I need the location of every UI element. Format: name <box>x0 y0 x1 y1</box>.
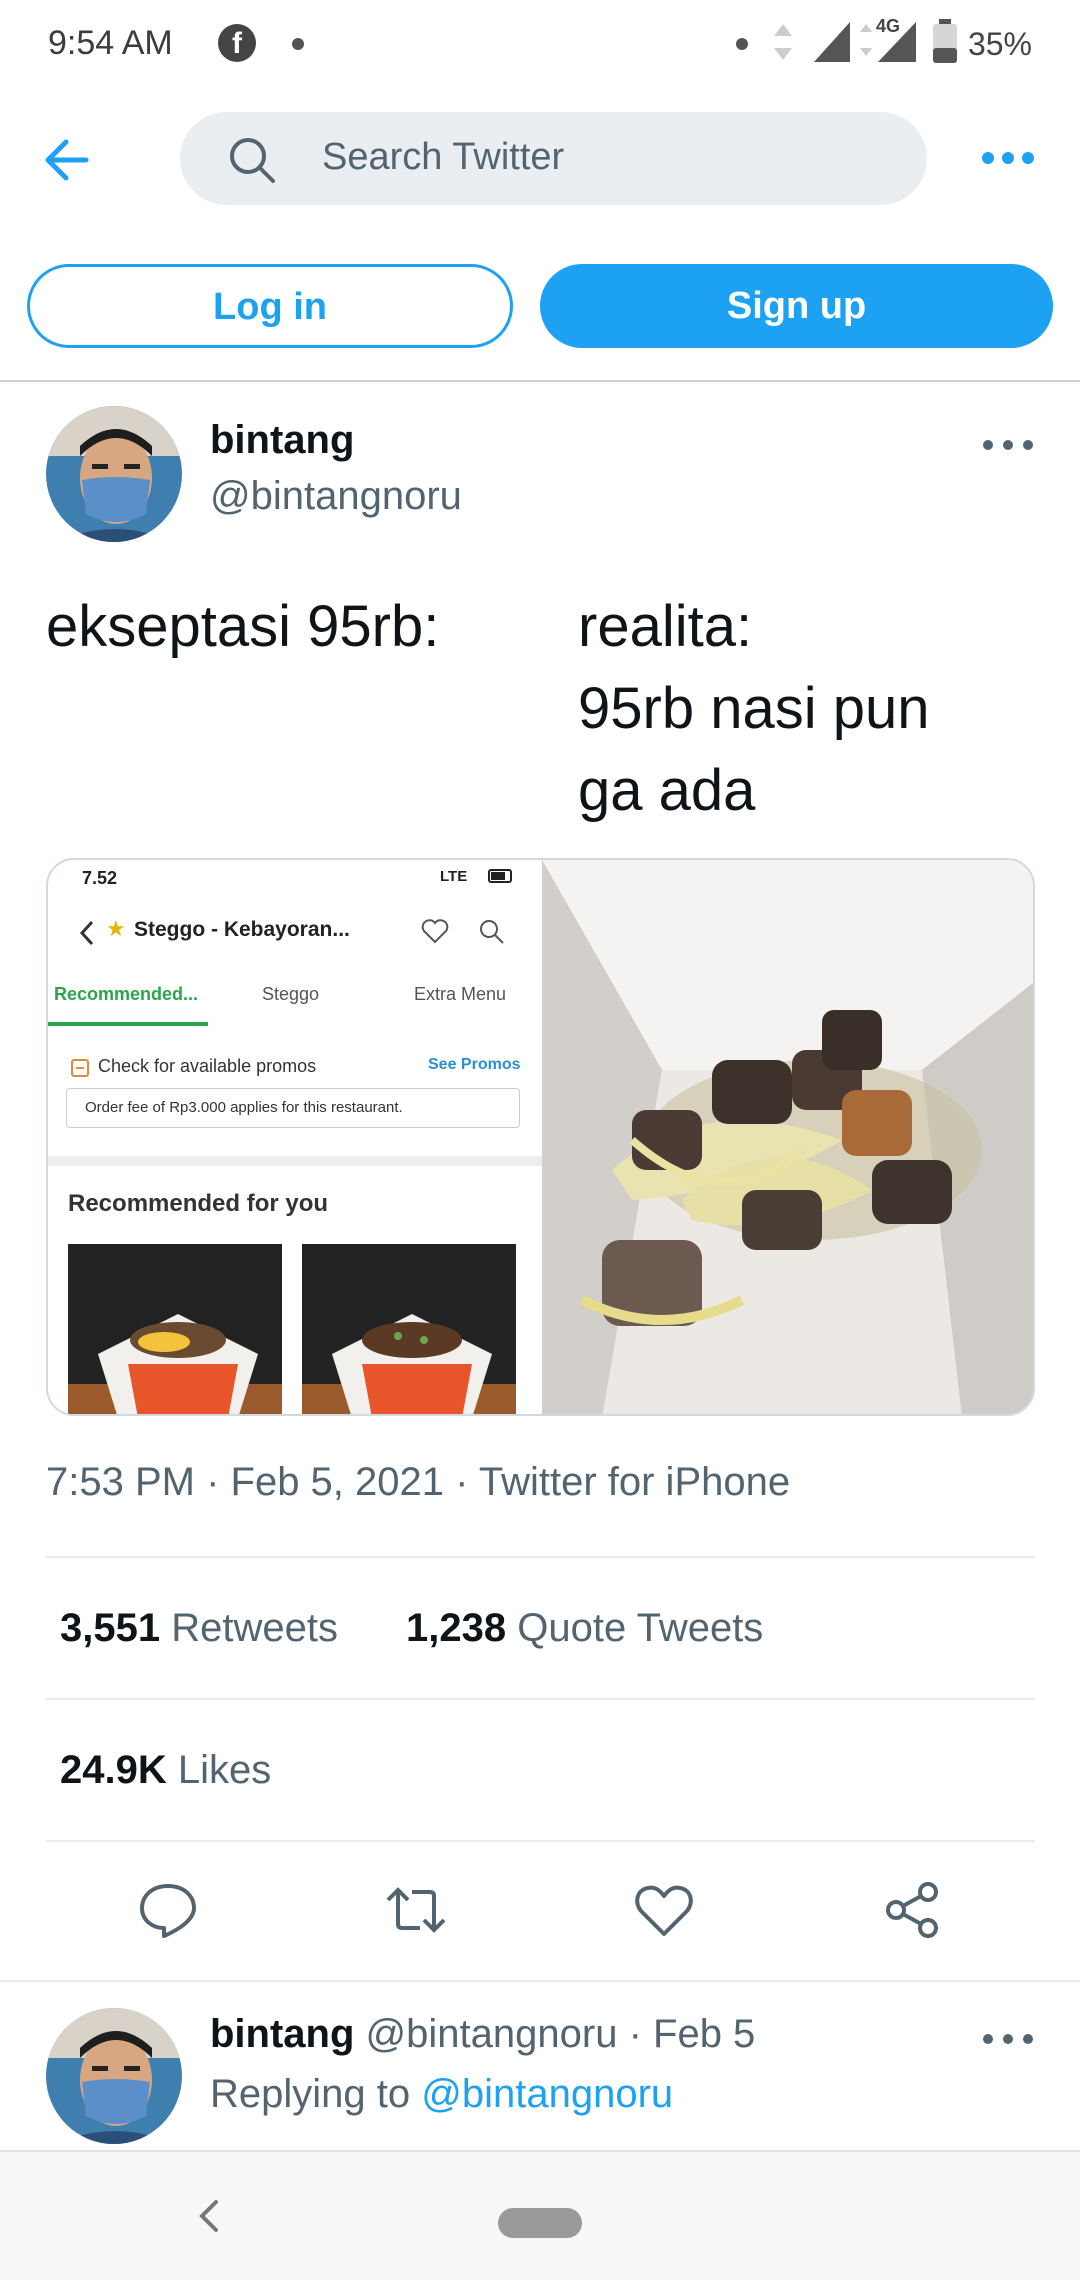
tweet-media[interactable]: 7.52 LTE ★ Steggo - Kebayoran... Recomme… <box>46 858 1035 1416</box>
app-screenshot-image: 7.52 LTE ★ Steggo - Kebayoran... Recomme… <box>48 860 542 1414</box>
share-button[interactable] <box>882 1880 942 1940</box>
network-type-label: 4G <box>876 16 901 36</box>
screenshot-search-icon <box>480 920 504 944</box>
more-dots-icon <box>983 440 1033 450</box>
data-arrows-icon <box>774 24 792 60</box>
author-handle[interactable]: @bintangnoru <box>210 474 462 519</box>
screenshot-tab-indicator <box>48 1022 208 1026</box>
screenshot-back-icon <box>79 920 94 946</box>
signal-icon <box>814 22 850 62</box>
battery-icon <box>933 19 957 63</box>
reply-author-name[interactable]: bintang <box>210 2012 354 2056</box>
retweets-label: Retweets <box>171 1606 338 1650</box>
tweet-source[interactable]: Twitter for iPhone <box>479 1460 790 1504</box>
notification-dot-icon <box>736 38 748 50</box>
tweet-text-right: realita: 95rb nasi pun ga ada <box>578 594 930 823</box>
divider <box>46 1840 1035 1842</box>
screenshot-tabs: Recommended... Steggo Extra Menu <box>48 984 542 1020</box>
screenshot-tab: Extra Menu <box>414 984 507 1004</box>
avatar[interactable] <box>46 406 182 542</box>
chevron-left-icon <box>199 2200 218 2232</box>
search-icon <box>230 138 275 183</box>
quotes-label: Quote Tweets <box>517 1606 764 1650</box>
food-thumbnail-image <box>302 1244 516 1414</box>
screenshot-tab: Recommended... <box>54 984 199 1004</box>
likes-label: Likes <box>177 1748 272 1792</box>
tweet-meta: 7:53 PM · Feb 5, 2021 · Twitter for iPho… <box>46 1460 790 1505</box>
reply-icon <box>140 1884 196 1938</box>
food-photo-image <box>542 860 1033 1414</box>
more-dots-icon <box>982 152 1034 164</box>
retweet-icon <box>386 1887 446 1933</box>
tweet-more-button[interactable] <box>980 430 1036 460</box>
reply-date[interactable]: Feb 5 <box>653 2012 755 2056</box>
screenshot-network: LTE <box>440 868 468 885</box>
meta-separator: · <box>628 2012 654 2056</box>
divider <box>0 1980 1080 1982</box>
more-options-button[interactable] <box>980 138 1036 178</box>
screenshot-fee-notice: Order fee of Rp3.000 applies for this re… <box>66 1088 520 1128</box>
reply-more-button[interactable] <box>980 2024 1036 2054</box>
more-dots-icon <box>983 2034 1033 2044</box>
screenshot-heart-icon <box>421 919 449 944</box>
tweet-timestamp[interactable]: 7:53 PM · Feb 5, 2021 <box>46 1460 444 1504</box>
retweets-stat[interactable]: 3,551 Retweets <box>60 1606 338 1651</box>
reply-author-handle[interactable]: @bintangnoru <box>366 2012 618 2056</box>
battery-percent: 35% <box>967 26 1032 62</box>
screenshot-promo-link: See Promos <box>428 1056 521 1073</box>
facebook-notification-icon: f <box>218 24 256 62</box>
likes-count: 24.9K <box>60 1748 167 1792</box>
status-bar: 9:54 AM f 4G 35% <box>0 0 1080 90</box>
screenshot-restaurant-title: Steggo - Kebayoran... <box>134 918 350 941</box>
arrow-left-icon <box>45 139 89 181</box>
likes-stat[interactable]: 24.9K Likes <box>60 1748 271 1793</box>
screenshot-time: 7.52 <box>82 868 118 888</box>
screenshot-separator <box>48 1156 542 1166</box>
heart-icon <box>635 1885 693 1936</box>
tweet-text-left: ekseptasi 95rb: <box>46 594 440 659</box>
author-name[interactable]: bintang <box>210 418 354 463</box>
screenshot-battery-icon <box>488 869 512 883</box>
divider <box>46 1556 1035 1558</box>
divider <box>0 380 1080 382</box>
screenshot-section-title: Recommended for you <box>68 1190 329 1217</box>
screenshot-promo-text: Check for available promos <box>98 1056 317 1076</box>
quote-tweets-stat[interactable]: 1,238 Quote Tweets <box>406 1606 763 1651</box>
back-button[interactable] <box>40 130 104 190</box>
share-icon <box>886 1882 938 1938</box>
login-button[interactable]: Log in <box>27 264 513 348</box>
search-input[interactable]: Search Twitter <box>180 112 927 205</box>
quotes-count: 1,238 <box>406 1606 507 1650</box>
divider <box>46 1698 1035 1700</box>
status-time: 9:54 AM <box>48 24 173 62</box>
system-back-button[interactable] <box>190 2196 230 2236</box>
system-nav-bar <box>0 2150 1080 2280</box>
notification-dot-icon <box>292 38 304 50</box>
screenshot-tab: Steggo <box>262 984 320 1004</box>
meta-separator: · <box>455 1460 479 1504</box>
replying-to-link[interactable]: @bintangnoru <box>421 2072 673 2116</box>
replying-to: Replying to @bintangnoru <box>210 2072 673 2117</box>
star-icon: ★ <box>106 916 126 941</box>
screenshot-promo-icon <box>71 1059 89 1077</box>
avatar-image <box>46 406 182 542</box>
signup-button[interactable]: Sign up <box>540 264 1053 348</box>
food-thumbnail-image <box>68 1244 282 1414</box>
avatar-image <box>46 2008 182 2144</box>
reply-header: bintang @bintangnoru · Feb 5 <box>210 2012 755 2057</box>
like-button[interactable] <box>634 1880 694 1940</box>
retweet-button[interactable] <box>386 1880 446 1940</box>
reply-avatar[interactable] <box>46 2008 182 2144</box>
replying-prefix: Replying to <box>210 2072 411 2116</box>
reply-button[interactable] <box>138 1880 198 1940</box>
search-placeholder: Search Twitter <box>322 136 565 178</box>
retweets-count: 3,551 <box>60 1606 161 1650</box>
system-home-pill[interactable] <box>498 2208 582 2238</box>
